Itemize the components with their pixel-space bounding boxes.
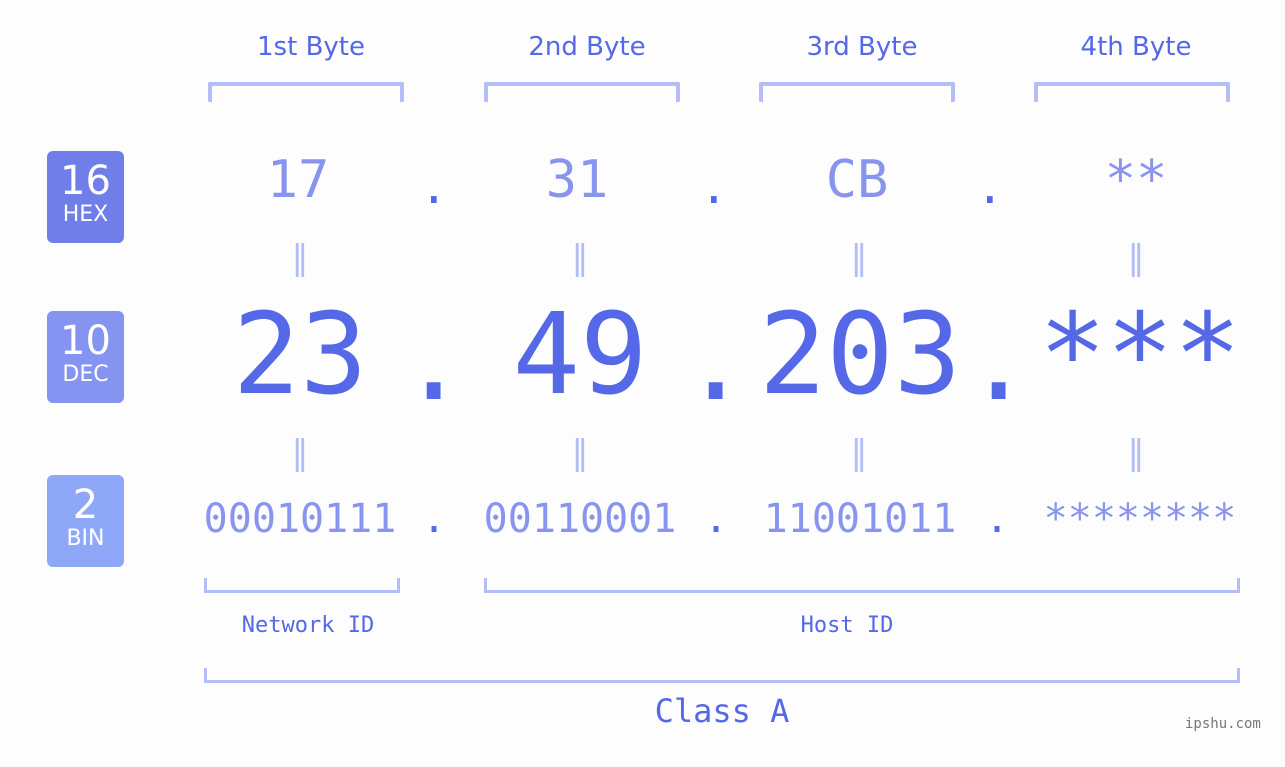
dec-byte-3: 203	[758, 290, 962, 420]
bin-dot-2: .	[704, 496, 729, 542]
byte-bracket-2	[484, 82, 680, 102]
hex-byte-1: 17	[266, 150, 330, 210]
bin-badge: 2 BIN	[47, 475, 124, 567]
hex-dot-2: .	[700, 160, 728, 214]
watermark: ipshu.com	[1185, 716, 1261, 732]
dec-byte-2: 49	[512, 290, 648, 420]
bin-dot-1: .	[422, 496, 447, 542]
byte-header-1: 1st Byte	[257, 32, 365, 62]
byte-bracket-3	[759, 82, 955, 102]
equals-icon: ‖	[571, 433, 589, 473]
dec-byte-4: ***	[1038, 290, 1242, 420]
byte-header-4: 4th Byte	[1080, 32, 1192, 62]
bin-byte-3: 11001011	[763, 496, 957, 542]
dec-byte-1: 23	[232, 290, 368, 420]
bin-byte-2: 00110001	[483, 496, 677, 542]
dec-base-number: 10	[60, 318, 111, 364]
byte-header-3: 3rd Byte	[806, 32, 918, 62]
network-id-bracket	[204, 578, 400, 593]
hex-byte-3: CB	[825, 150, 889, 210]
host-id-bracket	[484, 578, 1240, 593]
equals-icon: ‖	[850, 433, 868, 473]
equals-icon: ‖	[291, 433, 309, 473]
hex-dot-1: .	[420, 160, 448, 214]
hex-byte-4: **	[1104, 150, 1168, 210]
equals-icon: ‖	[1127, 238, 1145, 278]
dec-dot-3: .	[965, 296, 1033, 426]
hex-badge: 16 HEX	[47, 151, 124, 243]
byte-header-2: 2nd Byte	[528, 32, 646, 62]
byte-bracket-1	[208, 82, 404, 102]
dec-dot-2: .	[682, 296, 750, 426]
hex-dot-3: .	[976, 160, 1004, 214]
bin-base-label: BIN	[66, 526, 105, 551]
equals-icon: ‖	[291, 238, 309, 278]
hex-base-number: 16	[60, 158, 111, 204]
host-id-label: Host ID	[800, 613, 894, 638]
class-bracket	[204, 668, 1240, 683]
dec-badge: 10 DEC	[47, 311, 124, 403]
byte-bracket-4	[1034, 82, 1230, 102]
dec-base-label: DEC	[62, 362, 109, 387]
hex-byte-2: 31	[545, 150, 609, 210]
network-id-label: Network ID	[241, 613, 375, 638]
bin-dot-3: .	[985, 496, 1010, 542]
hex-base-label: HEX	[62, 202, 109, 227]
equals-icon: ‖	[850, 238, 868, 278]
bin-byte-4: ********	[1043, 496, 1237, 542]
bin-byte-1: 00010111	[203, 496, 397, 542]
equals-icon: ‖	[1127, 433, 1145, 473]
equals-icon: ‖	[571, 238, 589, 278]
bin-base-number: 2	[72, 482, 99, 528]
class-label: Class A	[654, 692, 790, 730]
dec-dot-1: .	[400, 296, 468, 426]
